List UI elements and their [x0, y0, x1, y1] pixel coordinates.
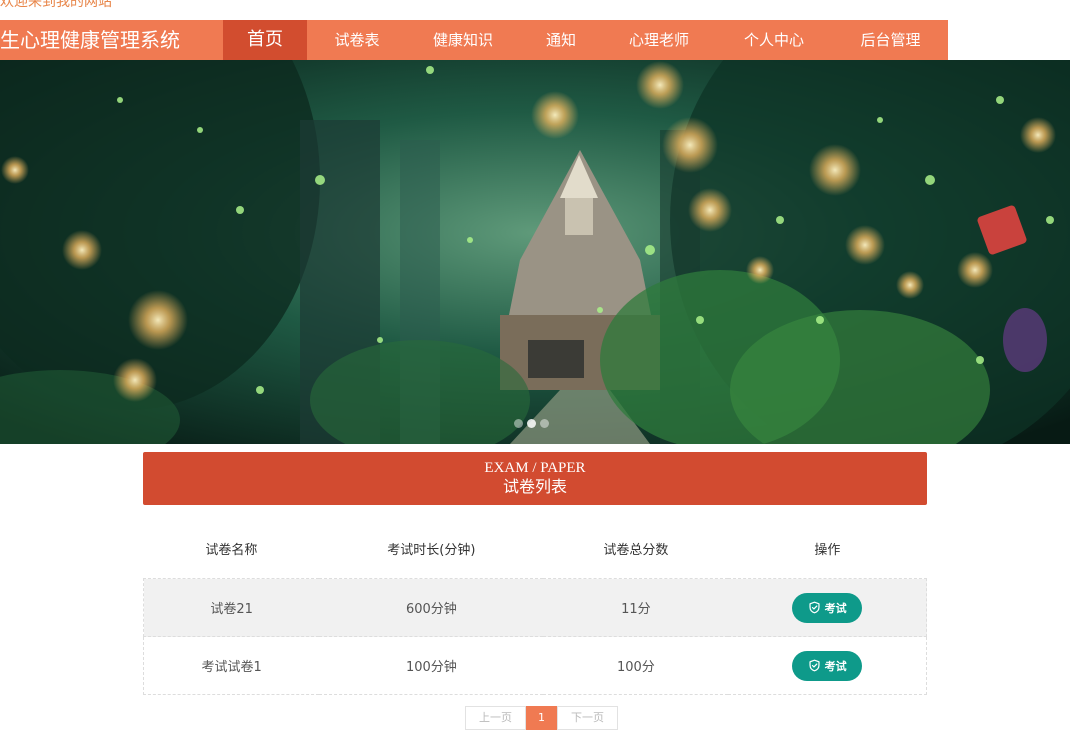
carousel-dot-3[interactable] — [540, 419, 549, 428]
prev-page-button[interactable]: 上一页 — [465, 706, 526, 730]
next-page-button[interactable]: 下一页 — [557, 706, 618, 730]
table-row: 考试试卷1 100分钟 100分 考试 — [143, 636, 928, 695]
start-exam-label: 考试 — [824, 659, 847, 673]
carousel-dot-2[interactable] — [527, 419, 536, 428]
carousel-indicators — [514, 419, 549, 428]
nav-health-knowledge[interactable]: 健康知识 — [407, 20, 519, 60]
shield-check-icon — [809, 659, 820, 672]
paper-action-cell: 考试 — [728, 636, 928, 695]
paper-name: 考试试卷1 — [143, 636, 320, 695]
section-title-en: EXAM / PAPER — [484, 460, 586, 476]
table-header-row: 试卷名称 考试时长(分钟) 试卷总分数 操作 — [144, 519, 927, 579]
site-brand[interactable]: 生心理健康管理系统 — [0, 20, 223, 60]
header-total-score: 试卷总分数 — [603, 543, 669, 558]
paper-score: 11分 — [543, 578, 729, 637]
start-exam-button[interactable]: 考试 — [792, 592, 863, 623]
nav-admin[interactable]: 后台管理 — [833, 20, 948, 60]
nav-notices[interactable]: 通知 — [519, 20, 603, 60]
nav-home[interactable]: 首页 — [223, 20, 307, 60]
start-exam-label: 考试 — [824, 601, 847, 615]
welcome-text: 欢迎来到我的网站 — [0, 0, 112, 10]
section-header: EXAM / PAPER 试卷列表 — [143, 452, 927, 505]
page-1-button[interactable]: 1 — [526, 706, 557, 730]
forest-house-banner-image — [0, 60, 1070, 444]
nav-papers[interactable]: 试卷表 — [307, 20, 407, 60]
nav-profile[interactable]: 个人中心 — [715, 20, 833, 60]
carousel-dot-1[interactable] — [514, 419, 523, 428]
header-paper-name: 试卷名称 — [205, 543, 258, 558]
paper-duration: 600分钟 — [319, 578, 544, 637]
start-exam-button[interactable]: 考试 — [792, 650, 863, 681]
table-row: 试卷21 600分钟 11分 考试 — [143, 578, 928, 637]
section-title-cn: 试卷列表 — [502, 477, 567, 496]
pagination: 上一页 1 下一页 — [465, 706, 618, 730]
top-navbar: 生心理健康管理系统 首页 试卷表 健康知识 通知 心理老师 个人中心 后台管理 — [0, 20, 948, 60]
shield-check-icon — [809, 601, 820, 614]
banner-carousel[interactable] — [0, 60, 1070, 444]
paper-action-cell: 考试 — [728, 578, 928, 637]
header-duration: 考试时长(分钟) — [387, 543, 476, 558]
exam-paper-table: 试卷名称 考试时长(分钟) 试卷总分数 操作 试卷21 600分钟 11分 考试… — [143, 519, 928, 695]
paper-name: 试卷21 — [143, 578, 320, 637]
header-action: 操作 — [814, 543, 841, 558]
paper-duration: 100分钟 — [319, 636, 544, 695]
paper-score: 100分 — [543, 636, 729, 695]
nav-teachers[interactable]: 心理老师 — [603, 20, 715, 60]
